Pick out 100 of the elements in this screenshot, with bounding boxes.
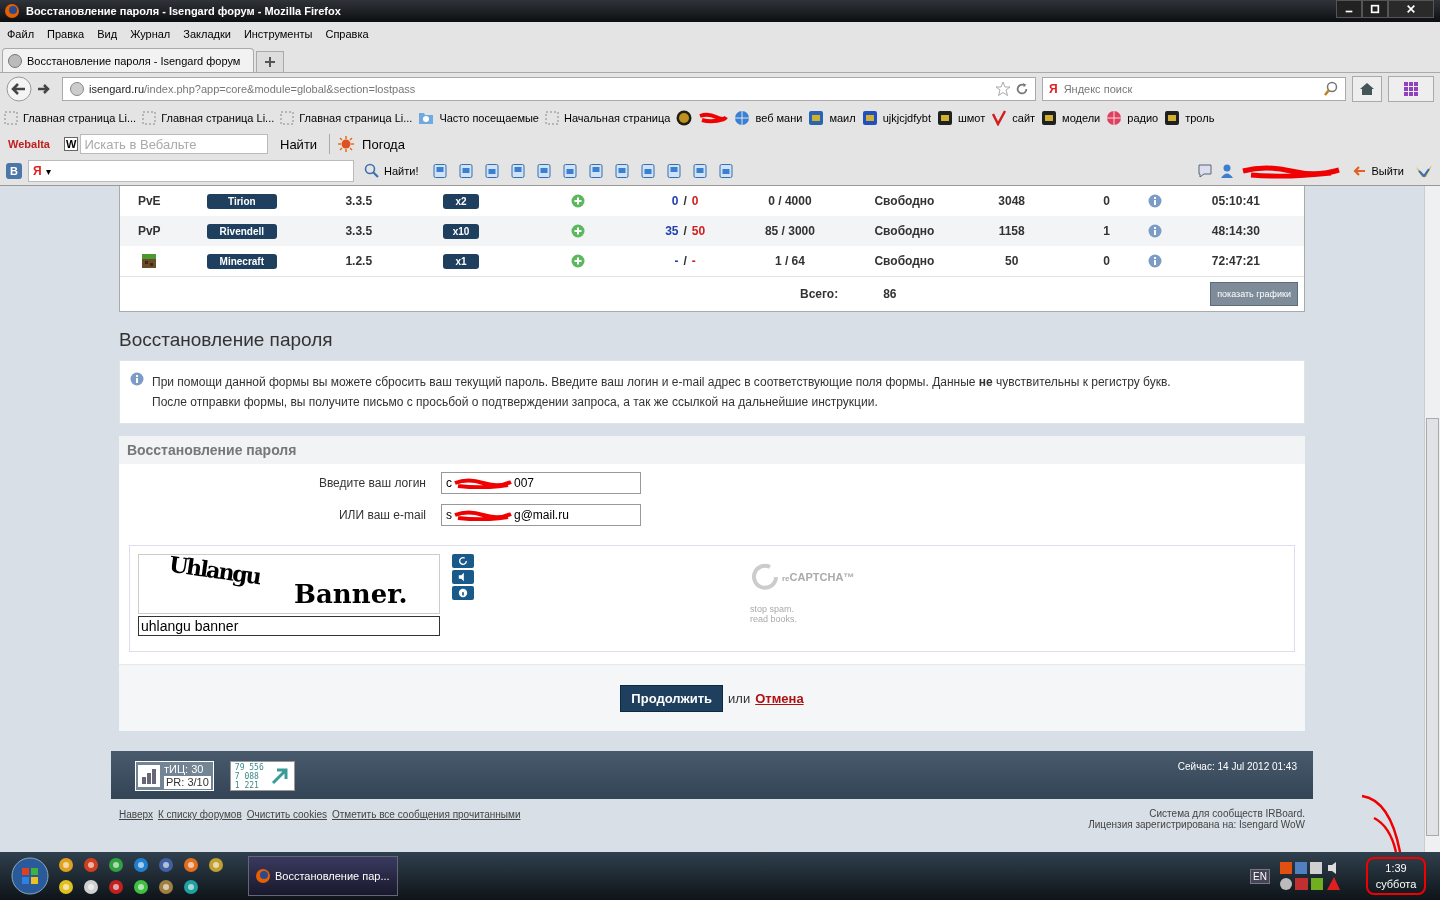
toolbar-icon[interactable] (562, 163, 579, 179)
help-captcha-button[interactable] (452, 586, 474, 600)
close-button[interactable] (1388, 0, 1434, 18)
input-field[interactable]: s g@mail.ru (441, 504, 641, 526)
info-icon[interactable] (1148, 194, 1163, 208)
app-icon[interactable] (208, 857, 224, 873)
bookmark-item[interactable]: Главная страница Li... (280, 111, 413, 125)
app-icon[interactable] (158, 857, 174, 873)
search-icon[interactable] (1323, 81, 1339, 97)
logout-button[interactable]: Выйти (1347, 163, 1408, 179)
toolbar-icon[interactable] (666, 163, 683, 179)
app-icon[interactable] (133, 857, 149, 873)
app-icon[interactable] (183, 857, 199, 873)
bookmark-item[interactable]: ujkjcjdfybt (861, 110, 931, 126)
scrollbar[interactable] (1424, 186, 1440, 852)
realm-badge[interactable]: Minecraft (206, 253, 277, 269)
continue-button[interactable]: Продолжить (620, 684, 724, 712)
home-button[interactable] (1352, 76, 1382, 102)
user-icon[interactable] (1219, 163, 1236, 179)
new-tab-button[interactable] (256, 51, 284, 72)
bookmark-item[interactable]: сайт (991, 110, 1036, 126)
bookmark-item[interactable]: модели (1041, 110, 1101, 126)
bookmark-item[interactable]: Часто посещаемые (418, 111, 539, 125)
speech-bubble-icon[interactable] (1197, 163, 1214, 179)
app-icon[interactable] (183, 879, 199, 895)
realm-badge[interactable]: Rivendell (206, 223, 277, 239)
bookmark-item[interactable]: Главная страница Li... (4, 111, 137, 125)
captcha-input[interactable]: uhlangu banner (138, 616, 440, 636)
footer-link[interactable]: Очистить cookies (246, 809, 327, 830)
toolbar-icon[interactable] (458, 163, 475, 179)
app-icon[interactable] (108, 857, 124, 873)
toolbar-icon[interactable] (640, 163, 657, 179)
app-icon[interactable] (158, 879, 174, 895)
emblem-icon[interactable] (676, 110, 693, 126)
bookmark-item[interactable]: веб мани (734, 110, 803, 126)
weather-link[interactable]: Погода (362, 136, 405, 152)
app-icon[interactable] (58, 879, 74, 895)
grid-button[interactable] (1388, 76, 1434, 102)
clock[interactable]: 1:39 суббота (1371, 860, 1421, 892)
credits-text: Лицензия зарегистрирована на: Isengard WoW (1088, 819, 1305, 830)
menu-item[interactable]: Вид (97, 28, 118, 40)
status-text: Свободно (874, 224, 935, 238)
input-field[interactable]: c 007 (441, 472, 641, 494)
toolbar-icon[interactable] (614, 163, 631, 179)
toolbar-icon[interactable] (484, 163, 501, 179)
bookmark-item[interactable]: троль (1164, 110, 1215, 126)
app-icon[interactable] (58, 857, 74, 873)
toolbar-icon[interactable] (692, 163, 709, 179)
webalta-search-field[interactable]: Искать в Вебальте (80, 134, 268, 154)
reload-captcha-button[interactable] (452, 554, 474, 568)
bookmark-item[interactable]: радио (1106, 110, 1159, 126)
rank-badge[interactable]: тИЦ: 30 PR: 3/10 (135, 761, 214, 791)
reload-icon[interactable] (1015, 82, 1029, 96)
menu-item[interactable]: Инструменты (243, 28, 313, 40)
menu-item[interactable]: Файл (7, 28, 35, 40)
footer-link[interactable]: Отметить все сообщения прочитанными (331, 809, 521, 830)
menu-item[interactable]: Журнал (130, 28, 171, 40)
bookmark-item[interactable]: Начальная страница (545, 111, 671, 125)
toolbar-icon[interactable] (432, 163, 449, 179)
audio-captcha-button[interactable] (452, 570, 474, 584)
toolbar-icon[interactable] (588, 163, 605, 179)
taskbar-button[interactable]: Восстановление пар... (248, 856, 398, 896)
language-indicator[interactable]: EN (1250, 868, 1270, 884)
find-button[interactable]: Найти! (360, 163, 423, 179)
menu-item[interactable]: Закладки (183, 28, 231, 40)
bookmark-item[interactable]: Главная страница Li... (142, 111, 275, 125)
yandex-search-field[interactable]: Я ▾ (28, 160, 354, 182)
toolbar-icon[interactable] (510, 163, 527, 179)
sun-icon[interactable] (338, 136, 355, 152)
cancel-link[interactable]: Отмена (755, 690, 804, 706)
counter-badge[interactable]: 79 556 7 088 1 221 (229, 761, 295, 791)
webalta-logo[interactable]: Webalta (8, 138, 56, 150)
plus-icon[interactable] (571, 254, 585, 268)
menu-item[interactable]: Правка (47, 28, 85, 40)
footer-link[interactable]: К списку форумов (158, 809, 242, 830)
browser-tab[interactable]: Восстановление пароля - Isengard форум (2, 48, 254, 72)
address-bar[interactable]: isengard.ru/index.php?app=core&module=global&section=lostpass (62, 77, 1036, 101)
start-button[interactable] (10, 856, 50, 896)
app-icon[interactable] (83, 879, 99, 895)
bookmark-item[interactable]: шмот (936, 110, 986, 126)
toolbar-icon[interactable] (536, 163, 553, 179)
plus-icon[interactable] (571, 224, 585, 238)
tile-icon (861, 110, 878, 126)
star-icon[interactable] (995, 81, 1011, 97)
menu-item[interactable]: Справка (325, 28, 369, 40)
plus-icon[interactable] (571, 194, 585, 208)
toolbar-icon[interactable] (718, 163, 735, 179)
app-icon[interactable] (83, 857, 99, 873)
find-button[interactable]: Найти (276, 136, 322, 152)
app-icon[interactable] (108, 879, 124, 895)
maximize-button[interactable] (1362, 0, 1388, 18)
realm-badge[interactable]: Tirion (206, 193, 277, 209)
search-field[interactable]: Я Яндекс поиск (1042, 77, 1346, 101)
footer-link[interactable]: Наверх (119, 809, 153, 830)
vk-button[interactable]: B (6, 163, 22, 179)
info-icon[interactable] (1148, 224, 1163, 238)
app-icon[interactable] (133, 879, 149, 895)
arrow-icon (269, 766, 290, 786)
info-icon[interactable] (1148, 254, 1163, 268)
bookmark-item[interactable]: маил (808, 110, 856, 126)
